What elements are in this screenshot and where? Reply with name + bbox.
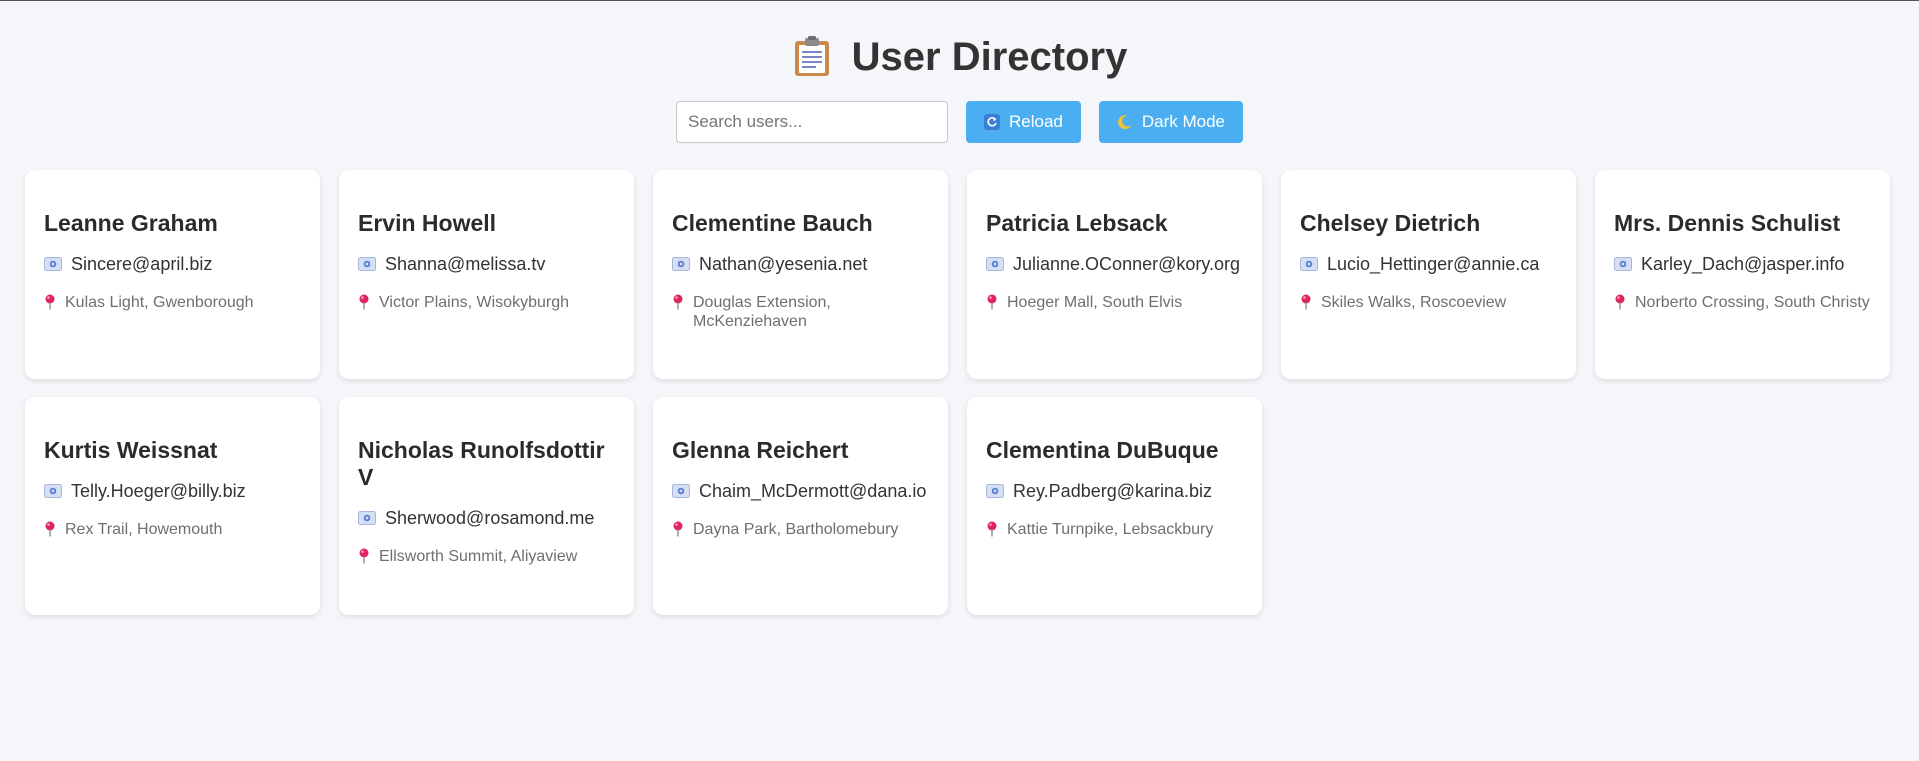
user-name: Clementina DuBuque: [986, 437, 1219, 463]
map-pin-icon: [987, 294, 997, 310]
user-name: Chelsey Dietrich: [1300, 210, 1481, 236]
user-address: Norberto Crossing, South Christy: [1635, 294, 1870, 311]
user-email: Chaim_McDermott@dana.io: [699, 481, 927, 501]
toolbar: Reload Dark Mode: [0, 101, 1919, 143]
email-icon: [986, 257, 1004, 271]
user-address-row: Kulas Light, Gwenborough: [44, 293, 301, 312]
reload-label: Reload: [1008, 112, 1063, 131]
user-email-row: Chaim_McDermott@dana.io: [672, 480, 929, 502]
user-address-row: Skiles Walks, Roscoeview: [1300, 293, 1557, 312]
map-pin-icon: [673, 294, 683, 310]
user-card: Chelsey Dietrich Lucio_Hettinger@annie.c…: [1281, 170, 1576, 379]
map-pin-icon: [1301, 294, 1311, 310]
user-name: Ervin Howell: [358, 210, 497, 236]
user-email-row: Telly.Hoeger@billy.biz: [44, 480, 301, 502]
user-name: Clementine Bauch: [672, 210, 873, 236]
user-address: Douglas Extension, McKenziehaven: [693, 294, 831, 330]
page-header: User Directory: [0, 33, 1919, 83]
map-pin-icon: [45, 521, 55, 537]
user-card: Nicholas Runolfsdottir V Sherwood@rosamo…: [339, 397, 634, 615]
user-card-grid: Leanne Graham Sincere@april.biz Kulas Li…: [25, 170, 1890, 615]
user-email: Julianne.OConner@kory.org: [1013, 254, 1241, 274]
user-email-row: Sincere@april.biz: [44, 253, 301, 275]
user-name: Nicholas Runolfsdottir V: [358, 437, 605, 490]
user-address-row: Dayna Park, Bartholomebury: [672, 520, 929, 539]
user-address: Kulas Light, Gwenborough: [65, 294, 254, 311]
email-icon: [1614, 257, 1632, 271]
user-name: Patricia Lebsack: [986, 210, 1168, 236]
user-email: Sincere@april.biz: [71, 254, 213, 274]
email-icon: [672, 257, 690, 271]
search-input[interactable]: [675, 101, 948, 143]
user-email: Sherwood@rosamond.me: [385, 508, 595, 528]
user-address: Ellsworth Summit, Aliyaview: [379, 548, 578, 565]
moon-icon: [1117, 115, 1132, 130]
email-icon: [1300, 257, 1318, 271]
user-email-row: Julianne.OConner@kory.org: [986, 253, 1243, 275]
user-card: Kurtis Weissnat Telly.Hoeger@billy.biz R…: [25, 397, 320, 615]
user-email-row: Shanna@melissa.tv: [358, 253, 615, 275]
email-icon: [986, 484, 1004, 498]
user-email-row: Nathan@yesenia.net: [672, 253, 929, 275]
reload-button[interactable]: Reload: [965, 101, 1081, 143]
user-address-row: Norberto Crossing, South Christy: [1614, 293, 1871, 312]
user-address: Victor Plains, Wisokyburgh: [379, 294, 569, 311]
user-address-row: Victor Plains, Wisokyburgh: [358, 293, 615, 312]
dark-mode-button[interactable]: Dark Mode: [1098, 101, 1243, 143]
user-card: Leanne Graham Sincere@april.biz Kulas Li…: [25, 170, 320, 379]
email-icon: [358, 257, 376, 271]
refresh-icon: [983, 114, 1000, 130]
email-icon: [672, 484, 690, 498]
map-pin-icon: [673, 521, 683, 537]
map-pin-icon: [987, 521, 997, 537]
user-email: Telly.Hoeger@billy.biz: [71, 481, 246, 501]
dark-mode-label: Dark Mode: [1141, 112, 1225, 131]
user-email: Rey.Padberg@karina.biz: [1013, 481, 1213, 501]
user-email: Shanna@melissa.tv: [385, 254, 546, 274]
user-card: Mrs. Dennis Schulist Karley_Dach@jasper.…: [1595, 170, 1890, 379]
user-email: Lucio_Hettinger@annie.ca: [1327, 254, 1540, 274]
user-card: Patricia Lebsack Julianne.OConner@kory.o…: [967, 170, 1262, 379]
user-address-row: Hoeger Mall, South Elvis: [986, 293, 1243, 312]
user-card: Ervin Howell Shanna@melissa.tv Victor Pl…: [339, 170, 634, 379]
user-address-row: Douglas Extension, McKenziehaven: [672, 293, 929, 331]
user-email-row: Rey.Padberg@karina.biz: [986, 480, 1243, 502]
map-pin-icon: [45, 294, 55, 310]
map-pin-icon: [359, 548, 369, 564]
map-pin-icon: [1615, 294, 1625, 310]
user-address-row: Rex Trail, Howemouth: [44, 520, 301, 539]
user-address: Kattie Turnpike, Lebsackbury: [1007, 521, 1214, 538]
clipboard-icon: [794, 36, 829, 76]
user-address: Hoeger Mall, South Elvis: [1007, 294, 1183, 311]
user-name: Mrs. Dennis Schulist: [1614, 210, 1841, 236]
user-email: Nathan@yesenia.net: [699, 254, 868, 274]
user-address: Skiles Walks, Roscoeview: [1321, 294, 1507, 311]
user-address: Dayna Park, Bartholomebury: [693, 521, 899, 538]
user-email-row: Karley_Dach@jasper.info: [1614, 253, 1871, 275]
map-pin-icon: [359, 294, 369, 310]
user-card: Clementina DuBuque Rey.Padberg@karina.bi…: [967, 397, 1262, 615]
user-card: Clementine Bauch Nathan@yesenia.net Doug…: [653, 170, 948, 379]
user-address-row: Kattie Turnpike, Lebsackbury: [986, 520, 1243, 539]
user-email: Karley_Dach@jasper.info: [1641, 254, 1845, 274]
email-icon: [358, 511, 376, 525]
user-name: Leanne Graham: [44, 210, 218, 236]
user-email-row: Sherwood@rosamond.me: [358, 507, 615, 529]
email-icon: [44, 257, 62, 271]
user-name: Glenna Reichert: [672, 437, 849, 463]
user-email-row: Lucio_Hettinger@annie.ca: [1300, 253, 1557, 275]
page-title-text: User Directory: [851, 35, 1128, 79]
user-name: Kurtis Weissnat: [44, 437, 218, 463]
email-icon: [44, 484, 62, 498]
page-title: User Directory: [792, 33, 1128, 81]
user-card: Glenna Reichert Chaim_McDermott@dana.io …: [653, 397, 948, 615]
user-address-row: Ellsworth Summit, Aliyaview: [358, 547, 615, 566]
user-address: Rex Trail, Howemouth: [65, 521, 223, 538]
